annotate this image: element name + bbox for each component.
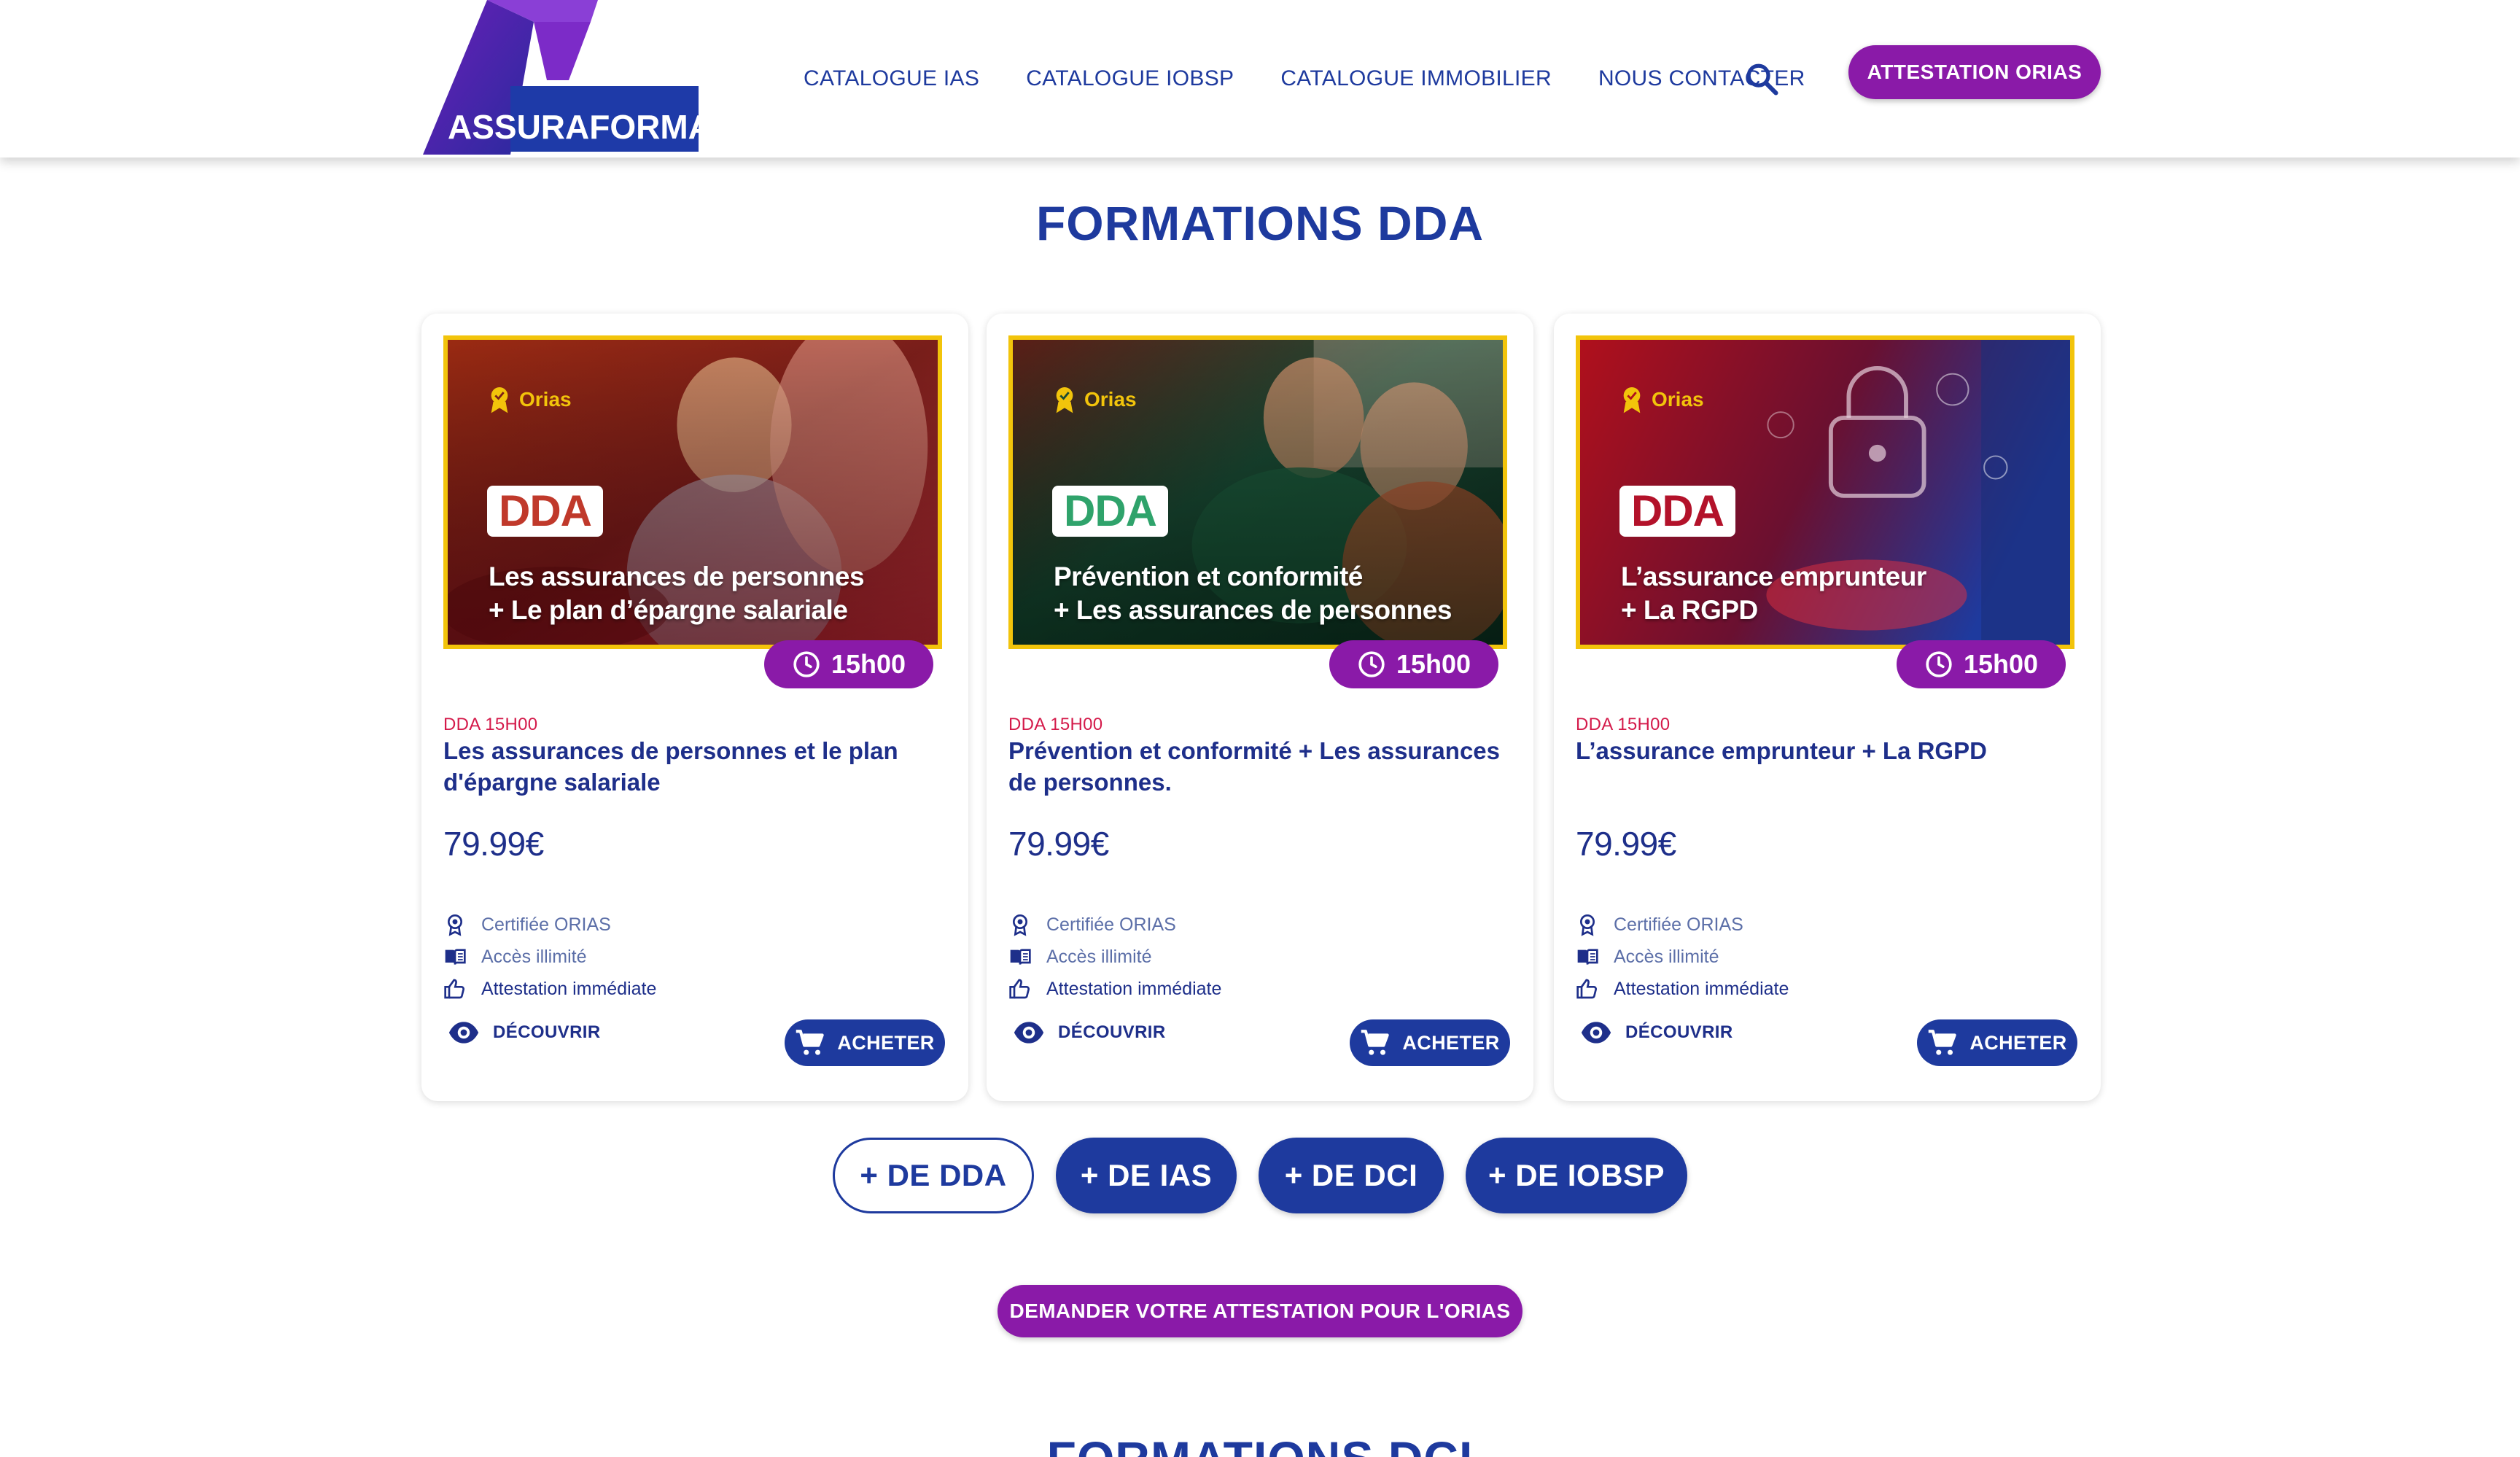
thumbs-up-icon <box>444 979 464 999</box>
feature-access: Accès illimité <box>1008 945 1151 968</box>
orias-badge: Orias <box>1052 385 1137 414</box>
feature-access: Accès illimité <box>1576 945 1719 968</box>
book-icon <box>1010 949 1031 965</box>
discover-button[interactable]: DÉCOUVRIR <box>1580 1017 1733 1049</box>
feature-access: Accès illimité <box>443 945 586 968</box>
nav-catalogue-ias[interactable]: CATALOGUE IAS <box>804 64 979 93</box>
duration-badge: 15h00 <box>764 640 933 688</box>
thumbs-up-icon <box>1576 979 1597 999</box>
buy-button[interactable]: ACHETER <box>785 1019 945 1066</box>
nav-catalogue-iobsp[interactable]: CATALOGUE IOBSP <box>1026 64 1234 93</box>
next-section-title: FORMATIONS DCI <box>0 1431 2520 1457</box>
formation-title[interactable]: Les assurances de personnes et le plan d… <box>443 735 946 798</box>
more-dci-button[interactable]: + DE DCI <box>1259 1138 1444 1213</box>
discover-button[interactable]: DÉCOUVRIR <box>448 1017 601 1049</box>
request-attestation-button[interactable]: DEMANDER VOTRE ATTESTATION POUR L'ORIAS <box>998 1285 1522 1337</box>
cart-icon <box>1361 1030 1390 1055</box>
eye-icon <box>448 1022 479 1044</box>
feature-certified: Certifiée ORIAS <box>1008 913 1176 936</box>
feature-attestation: Attestation immédiate <box>443 977 656 1001</box>
formation-price: 79.99€ <box>1008 825 1109 863</box>
certificate-icon <box>1580 914 1595 936</box>
formation-code: DDA 15H00 <box>1576 715 1671 734</box>
dda-tag: DDA <box>1619 486 1735 537</box>
eye-icon <box>1014 1022 1044 1044</box>
buy-button[interactable]: ACHETER <box>1350 1019 1510 1066</box>
formation-price: 79.99€ <box>1576 825 1676 863</box>
section-title: FORMATIONS DDA <box>1035 196 1485 250</box>
feature-attestation: Attestation immédiate <box>1576 977 1789 1001</box>
feature-attestation: Attestation immédiate <box>1008 977 1221 1001</box>
site-header: ASSURAFORMA CATALOGUE IAS CATALOGUE IOBS… <box>0 0 2520 158</box>
nav-catalogue-immobilier[interactable]: CATALOGUE IMMOBILIER <box>1280 64 1552 93</box>
formation-code: DDA 15H00 <box>443 715 538 734</box>
book-icon <box>1577 949 1598 965</box>
orias-badge: Orias <box>487 385 572 414</box>
orias-badge: Orias <box>1619 385 1704 414</box>
eye-icon <box>1581 1022 1611 1044</box>
medal-icon <box>1623 387 1641 413</box>
cart-icon <box>1929 1030 1957 1055</box>
main-nav: CATALOGUE IAS CATALOGUE IOBSP CATALOGUE … <box>804 64 1852 93</box>
duration-badge: 15h00 <box>1897 640 2066 688</box>
formation-image[interactable]: Orias DDA Prévention et conformité + Les… <box>1008 335 1507 649</box>
clock-icon <box>793 651 820 677</box>
more-ias-button[interactable]: + DE IAS <box>1056 1138 1237 1213</box>
certificate-icon <box>448 914 462 936</box>
dda-tag: DDA <box>1052 486 1168 537</box>
image-caption: L’assurance emprunteur + La RGPD <box>1621 562 1926 625</box>
feature-certified: Certifiée ORIAS <box>1576 913 1743 936</box>
more-dda-button[interactable]: + DE DDA <box>833 1138 1034 1213</box>
image-caption: Prévention et conformité + Les assurance… <box>1054 562 1452 625</box>
attestation-orias-button[interactable]: ATTESTATION ORIAS <box>1848 45 2101 99</box>
image-caption: Les assurances de personnes + Le plan d’… <box>489 562 865 625</box>
book-icon <box>445 949 466 965</box>
formation-card: Orias DDA L’assurance emprunteur + La RG… <box>1554 314 2101 1101</box>
formation-title[interactable]: Prévention et conformité + Les assurance… <box>1008 735 1512 798</box>
cart-icon <box>796 1030 825 1055</box>
formation-title[interactable]: L’assurance emprunteur + La RGPD <box>1576 735 2079 766</box>
buy-button[interactable]: ACHETER <box>1917 1019 2077 1066</box>
clock-icon <box>1358 651 1385 677</box>
formation-card: Orias DDA Les assurances de personnes + … <box>421 314 968 1101</box>
dda-tag: DDA <box>487 486 603 537</box>
certificate-icon <box>1013 914 1027 936</box>
formation-price: 79.99€ <box>443 825 544 863</box>
formation-image[interactable]: Orias DDA L’assurance emprunteur + La RG… <box>1576 335 2074 649</box>
logo-text: ASSURAFORMA <box>448 108 700 146</box>
clock-icon <box>1926 651 1952 677</box>
more-iobsp-button[interactable]: + DE IOBSP <box>1466 1138 1687 1213</box>
medal-icon <box>1056 387 1073 413</box>
formation-image[interactable]: Orias DDA Les assurances de personnes + … <box>443 335 942 649</box>
search-icon[interactable] <box>1743 60 1781 98</box>
formation-code: DDA 15H00 <box>1008 715 1103 734</box>
duration-badge: 15h00 <box>1329 640 1498 688</box>
feature-certified: Certifiée ORIAS <box>443 913 611 936</box>
assuraforma-logo[interactable]: ASSURAFORMA <box>423 0 700 155</box>
thumbs-up-icon <box>1009 979 1030 999</box>
medal-icon <box>491 387 508 413</box>
formation-card: Orias DDA Prévention et conformité + Les… <box>987 314 1533 1101</box>
discover-button[interactable]: DÉCOUVRIR <box>1013 1017 1166 1049</box>
